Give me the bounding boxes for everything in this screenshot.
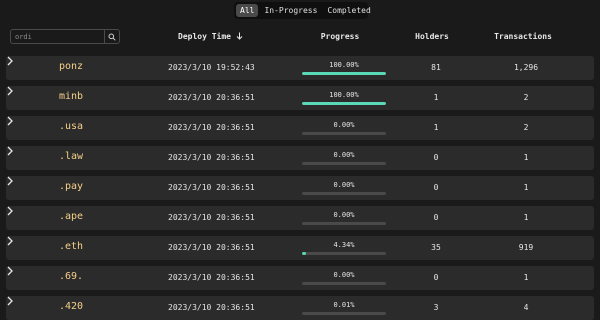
tick-name: .420 [58,301,84,312]
progress-cell: 0.00% [302,210,386,225]
deploy-time: 2023/3/10 20:36:51 [168,153,255,162]
progress-fill [302,102,386,105]
holders-count: 1 [433,123,439,132]
progress-percent: 0.01% [333,301,355,309]
progress-cell: 100.00% [302,60,386,75]
token-row[interactable]: .69. 2023/3/10 20:36:51 0.00% 0 1 [6,266,594,290]
tick-name: .69. [58,271,84,282]
filter-tabs: All In-Progress Completed [234,2,371,19]
progress-percent: 0.00% [333,271,355,279]
holders-count: 0 [433,273,439,282]
progress-bar [302,102,386,105]
progress-header: Progress [320,32,360,41]
tab-in-progress[interactable]: In-Progress [260,4,321,17]
chevron-right-icon[interactable] [6,116,14,126]
deploy-time: 2023/3/10 20:36:51 [168,213,255,222]
progress-cell: 4.34% [302,240,386,255]
tab-completed[interactable]: Completed [323,4,374,17]
tick-name: .eth [58,241,84,252]
progress-cell: 0.00% [302,180,386,195]
tick-name: .ape [58,211,84,222]
progress-percent: 0.00% [333,151,355,159]
transactions-count: 919 [518,243,534,252]
tick-name: .pay [58,181,84,192]
chevron-right-icon[interactable] [6,266,14,276]
chevron-right-icon[interactable] [6,206,14,216]
progress-bar [302,132,386,135]
progress-percent: 0.00% [333,121,355,129]
token-row[interactable]: ponz 2023/3/10 19:52:43 100.00% 81 1,296 [6,56,594,80]
token-list: ponz 2023/3/10 19:52:43 100.00% 81 1,296… [6,56,594,320]
transactions-count: 1 [523,273,529,282]
transactions-count: 1 [523,213,529,222]
progress-cell: 0.00% [302,120,386,135]
deploy-time: 2023/3/10 20:36:51 [168,93,255,102]
transactions-count: 1 [523,153,529,162]
holders-count: 81 [431,63,441,72]
search-box [10,29,120,44]
holders-count: 3 [433,303,439,312]
search-icon [108,33,116,41]
token-row[interactable]: .ape 2023/3/10 20:36:51 0.00% 0 1 [6,206,594,230]
holders-count: 0 [433,213,439,222]
progress-bar [302,282,386,285]
progress-cell: 0.01% [302,300,386,315]
arrow-down-icon [236,32,243,40]
deploy-time: 2023/3/10 20:36:51 [168,183,255,192]
transactions-count: 1,296 [513,63,539,72]
progress-percent: 100.00% [329,61,359,69]
token-row[interactable]: .eth 2023/3/10 20:36:51 4.34% 35 919 [6,236,594,260]
progress-fill [302,252,306,255]
deploy-time-label: Deploy Time [178,32,231,41]
progress-percent: 0.00% [333,181,355,189]
deploy-time: 2023/3/10 20:36:51 [168,273,255,282]
token-row[interactable]: .law 2023/3/10 20:36:51 0.00% 0 1 [6,146,594,170]
tick-name: ponz [58,61,84,72]
chevron-right-icon[interactable] [6,146,14,156]
progress-cell: 0.00% [302,270,386,285]
tick-name: .usa [58,121,84,132]
chevron-right-icon[interactable] [6,296,14,306]
transactions-count: 1 [523,183,529,192]
tab-all[interactable]: All [236,4,259,17]
transactions-count: 2 [523,93,529,102]
transactions-header: Transactions [494,32,552,41]
holders-count: 0 [433,153,439,162]
holders-count: 1 [433,93,439,102]
token-row[interactable]: .usa 2023/3/10 20:36:51 0.00% 1 2 [6,116,594,140]
progress-bar [302,72,386,75]
token-row[interactable]: .420 2023/3/10 20:36:51 0.01% 3 4 [6,296,594,320]
chevron-right-icon[interactable] [6,176,14,186]
search-button[interactable] [104,30,119,43]
chevron-right-icon[interactable] [6,236,14,246]
progress-fill [302,72,386,75]
deploy-time: 2023/3/10 19:52:43 [168,63,255,72]
token-row[interactable]: minb 2023/3/10 20:36:51 100.00% 1 2 [6,86,594,110]
progress-cell: 0.00% [302,150,386,165]
progress-bar [302,162,386,165]
progress-percent: 4.34% [333,241,355,249]
holders-count: 0 [433,183,439,192]
search-input[interactable] [11,30,104,43]
token-row[interactable]: .pay 2023/3/10 20:36:51 0.00% 0 1 [6,176,594,200]
progress-bar [302,312,386,315]
progress-bar [302,252,386,255]
progress-cell: 100.00% [302,90,386,105]
holders-count: 35 [431,243,441,252]
transactions-count: 2 [523,123,529,132]
progress-bar [302,222,386,225]
chevron-right-icon[interactable] [6,56,14,66]
tick-name: .law [58,151,84,162]
progress-bar [302,192,386,195]
holders-header: Holders [415,32,449,41]
chevron-right-icon[interactable] [6,86,14,96]
deploy-time: 2023/3/10 20:36:51 [168,303,255,312]
deploy-time: 2023/3/10 20:36:51 [168,243,255,252]
deploy-time-header[interactable]: Deploy Time [178,32,243,41]
tick-name: minb [58,91,84,102]
deploy-time: 2023/3/10 20:36:51 [168,123,255,132]
transactions-count: 4 [523,303,529,312]
progress-percent: 100.00% [329,91,359,99]
progress-percent: 0.00% [333,211,355,219]
